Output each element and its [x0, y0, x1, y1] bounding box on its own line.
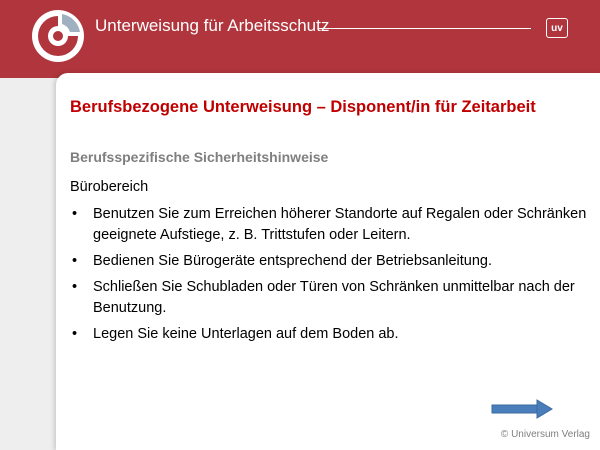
- bullet-item: Schließen Sie Schubladen oder Türen von …: [70, 277, 590, 319]
- bullet-item: Benutzen Sie zum Erreichen höherer Stand…: [70, 204, 590, 246]
- header-bar: Unterweisung für Arbeitsschutz uv: [0, 0, 600, 78]
- bullet-item: Bedienen Sie Bürogeräte entsprechend der…: [70, 251, 590, 272]
- header-title: Unterweisung für Arbeitsschutz: [95, 16, 330, 35]
- circle-logo-icon: [32, 10, 84, 62]
- section-heading: Berufsspezifische Sicherheitshinweise: [70, 149, 329, 165]
- bullet-item: Legen Sie keine Unterlagen auf dem Boden…: [70, 324, 590, 345]
- slide-content: Berufsbezogene Unterweisung – Disponent/…: [56, 73, 600, 450]
- slide-title: Berufsbezogene Unterweisung – Disponent/…: [70, 98, 536, 116]
- header-divider: [318, 28, 531, 29]
- copyright-notice: © Universum Verlag: [500, 429, 590, 440]
- arrow-right-icon[interactable]: [491, 399, 553, 419]
- uv-logo-badge: uv: [546, 18, 568, 38]
- subheading: Bürobereich: [70, 179, 149, 195]
- bullet-list: Benutzen Sie zum Erreichen höherer Stand…: [70, 204, 590, 350]
